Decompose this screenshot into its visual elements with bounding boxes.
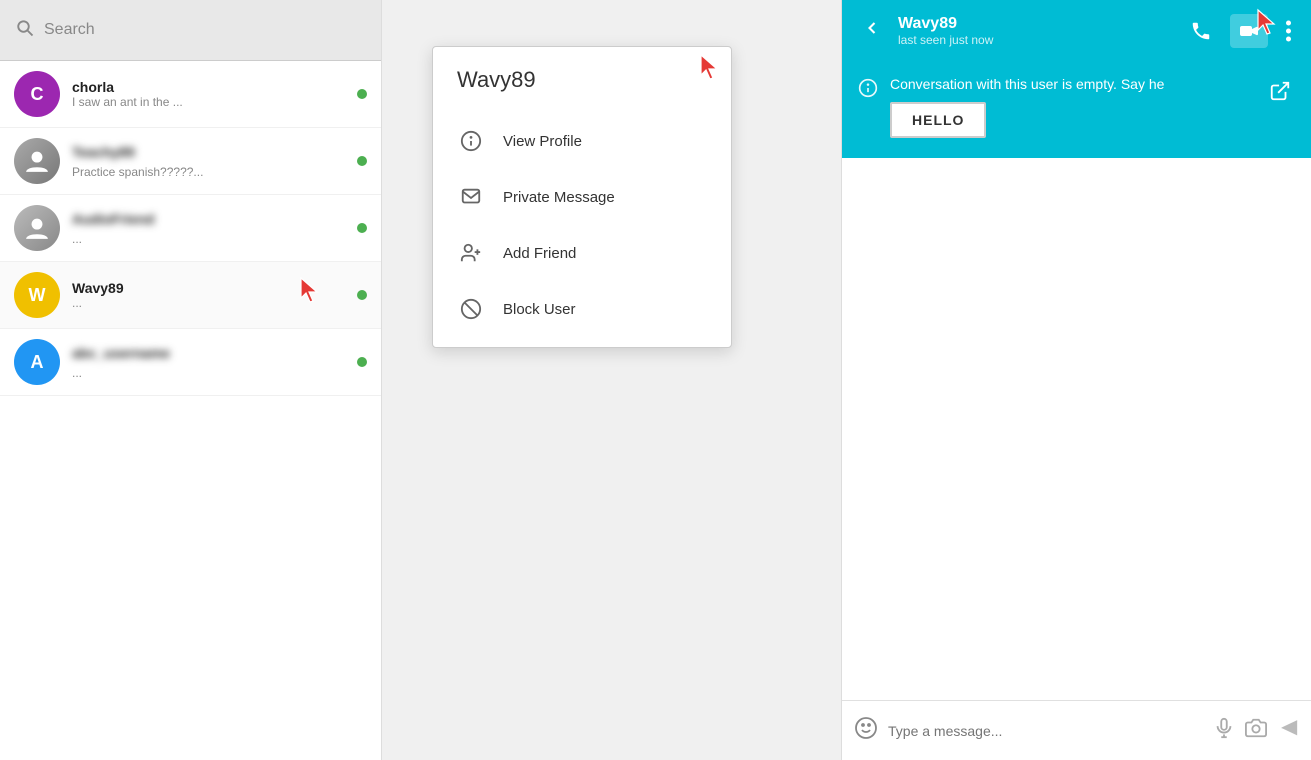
contact-name-audio-user: AudioFriend xyxy=(72,211,154,227)
chat-greeting: Conversation with this user is empty. Sa… xyxy=(842,62,1311,158)
contact-preview-teachy89: Practice spanish?????... xyxy=(72,165,351,179)
contact-preview-abc-username: ... xyxy=(72,366,351,380)
online-indicator-abc-username xyxy=(357,357,367,367)
contact-list: C chorla I saw an ant in the ... Teachy8… xyxy=(0,61,381,760)
contact-item-wavy89[interactable]: W Wavy89 ... xyxy=(0,262,381,329)
search-label: Search xyxy=(44,21,95,39)
avatar-abc-username: A xyxy=(14,339,60,385)
avatar-audio-user xyxy=(14,205,60,251)
greeting-text: Conversation with this user is empty. Sa… xyxy=(890,76,1253,92)
greeting-info-icon xyxy=(858,78,878,103)
send-button[interactable] xyxy=(1277,717,1299,745)
message-input[interactable] xyxy=(888,723,1203,739)
contact-preview-wavy89: ... xyxy=(72,296,351,310)
context-menu-item-add-friend[interactable]: Add Friend xyxy=(433,225,731,281)
contact-info-audio-user: AudioFriend ... xyxy=(72,211,351,246)
avatar-chorla: C xyxy=(14,71,60,117)
sidebar: Search C chorla I saw an ant in the ... … xyxy=(0,0,382,760)
info-icon xyxy=(457,127,485,155)
avatar-wavy89: W xyxy=(14,272,60,318)
contact-item-abc-username[interactable]: A abc_username ... xyxy=(0,329,381,396)
context-menu-item-block-user[interactable]: Block User xyxy=(433,281,731,337)
context-menu: Wavy89 View Profile Private Message xyxy=(432,46,732,348)
hello-button[interactable]: HELLO xyxy=(890,102,986,138)
avatar-teachy89 xyxy=(14,138,60,184)
contact-preview-audio-user: ... xyxy=(72,232,351,246)
call-button[interactable] xyxy=(1186,16,1216,46)
message-icon xyxy=(457,183,485,211)
contact-name-wavy89: Wavy89 xyxy=(72,280,351,296)
video-call-button[interactable] xyxy=(1230,14,1268,48)
greeting-content: Conversation with this user is empty. Sa… xyxy=(890,76,1253,138)
private-message-label: Private Message xyxy=(503,189,615,206)
view-profile-label: View Profile xyxy=(503,133,582,150)
chat-header-info: Wavy89 last seen just now xyxy=(898,15,1174,47)
contact-name-teachy89: Teachy89 xyxy=(72,144,135,160)
block-user-label: Block User xyxy=(503,301,576,318)
search-bar[interactable]: Search xyxy=(0,0,381,61)
contact-item-audio-user[interactable]: AudioFriend ... xyxy=(0,195,381,262)
contact-info-teachy89: Teachy89 Practice spanish?????... xyxy=(72,144,351,179)
contact-name-chorla: chorla xyxy=(72,79,351,95)
online-indicator-teachy89 xyxy=(357,156,367,166)
back-button[interactable] xyxy=(858,14,886,48)
chat-header-actions xyxy=(1186,14,1295,48)
add-friend-icon xyxy=(457,239,485,267)
emoji-button[interactable] xyxy=(854,716,878,746)
online-indicator-audio-user xyxy=(357,223,367,233)
open-external-button[interactable] xyxy=(1265,76,1295,112)
contact-info-abc-username: abc_username ... xyxy=(72,345,351,380)
mic-button[interactable] xyxy=(1213,717,1235,745)
block-icon xyxy=(457,295,485,323)
contact-preview-chorla: I saw an ant in the ... xyxy=(72,95,351,109)
contact-item-teachy89[interactable]: Teachy89 Practice spanish?????... xyxy=(0,128,381,195)
contact-info-wavy89: Wavy89 ... xyxy=(72,280,351,310)
more-options-button[interactable] xyxy=(1282,16,1295,46)
context-menu-title: Wavy89 xyxy=(433,67,731,113)
contact-item-chorla[interactable]: C chorla I saw an ant in the ... xyxy=(0,61,381,128)
chat-header: Wavy89 last seen just now xyxy=(842,0,1311,62)
context-menu-item-view-profile[interactable]: View Profile xyxy=(433,113,731,169)
online-indicator-wavy89 xyxy=(357,290,367,300)
search-icon xyxy=(16,19,34,42)
contact-info-chorla: chorla I saw an ant in the ... xyxy=(72,79,351,109)
contact-name-abc-username: abc_username xyxy=(72,345,170,361)
context-menu-item-private-message[interactable]: Private Message xyxy=(433,169,731,225)
online-indicator-chorla xyxy=(357,89,367,99)
chat-panel: Wavy89 last seen just now xyxy=(841,0,1311,760)
chat-user-status: last seen just now xyxy=(898,33,1174,47)
chat-input-bar xyxy=(842,700,1311,760)
chat-messages-area xyxy=(842,158,1311,700)
camera-button[interactable] xyxy=(1245,717,1267,745)
chat-username: Wavy89 xyxy=(898,15,1174,33)
add-friend-label: Add Friend xyxy=(503,245,576,262)
